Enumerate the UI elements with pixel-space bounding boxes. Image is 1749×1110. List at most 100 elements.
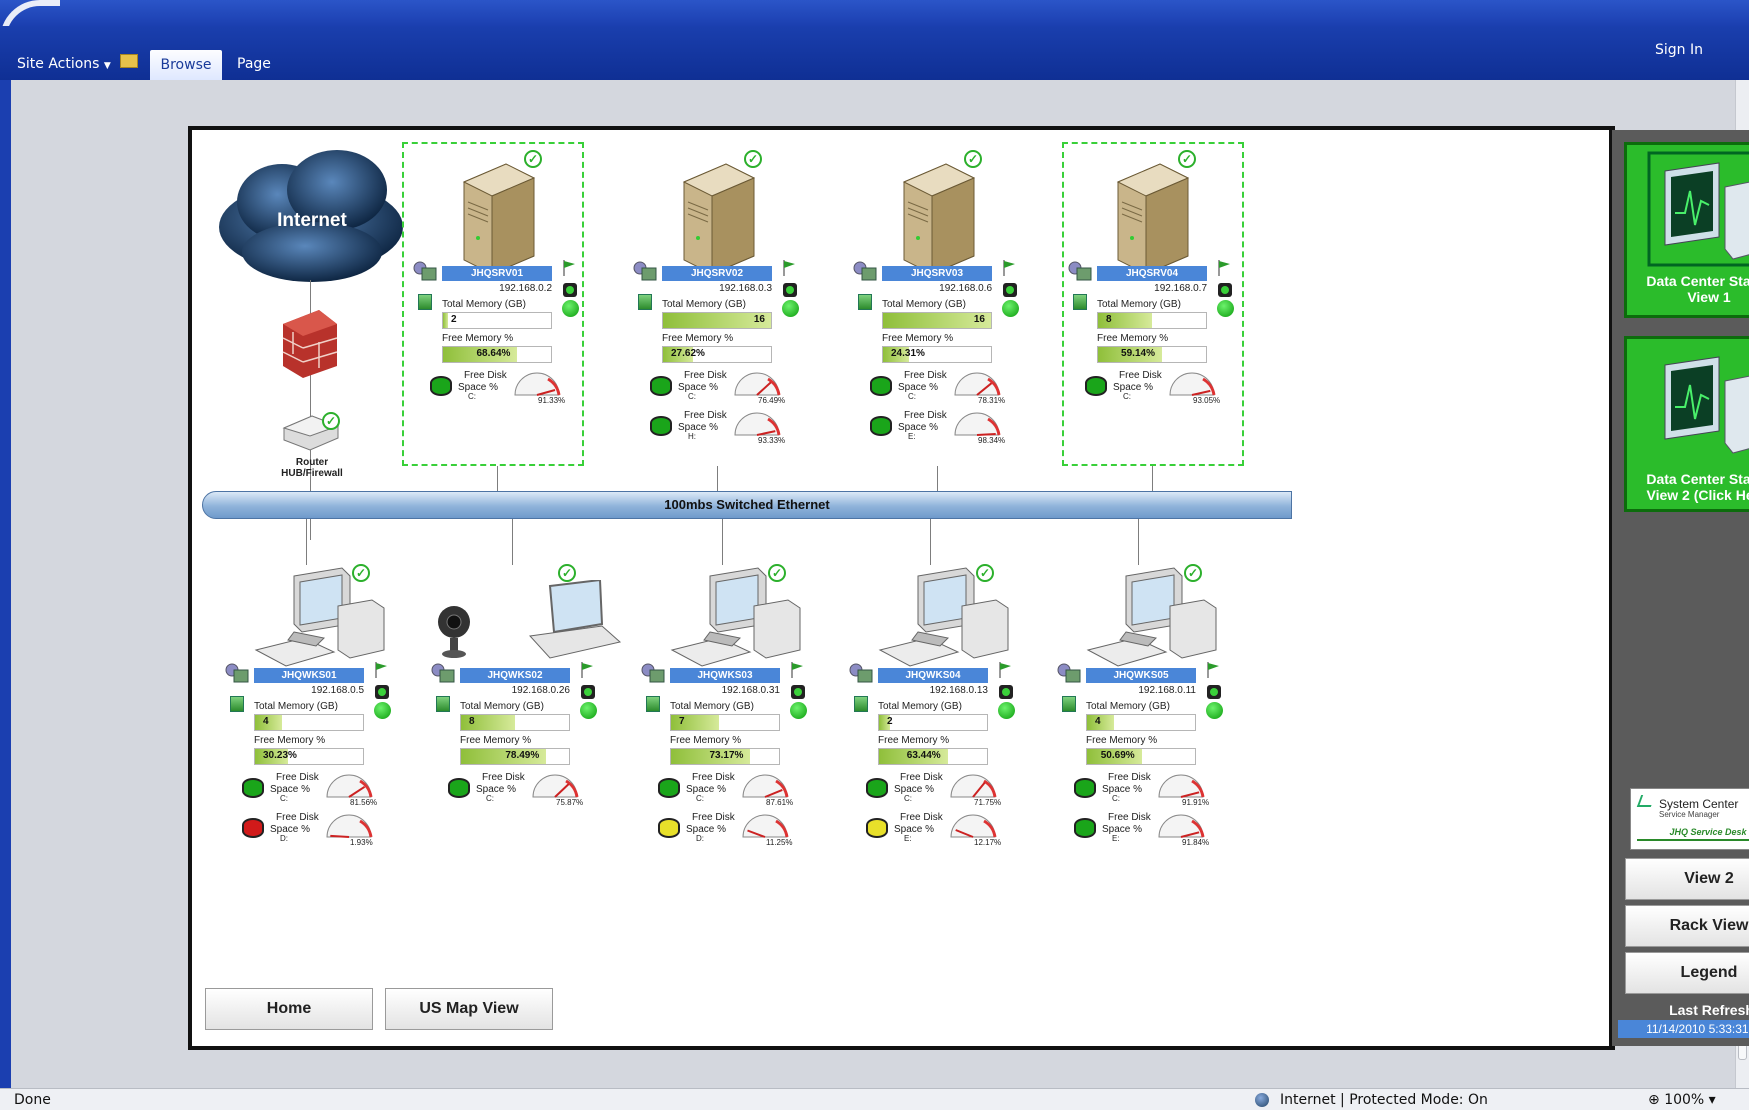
free-disk-label: Free Disk: [276, 812, 319, 823]
data-center-view1-tile[interactable]: Data Center Status View 1: [1624, 142, 1749, 318]
manage-gear-icon[interactable]: [430, 662, 456, 684]
disk-gauge-value: 12.17%: [974, 838, 1002, 847]
rack-view-button[interactable]: Rack View: [1625, 905, 1749, 947]
free-memory-label: Free Memory %: [460, 735, 532, 746]
node-name: JHQWKS03: [670, 668, 780, 683]
workstation-uplink: [306, 519, 307, 565]
free-memory-meter: 78.49%: [460, 748, 570, 765]
free-memory-value: 78.49%: [505, 750, 540, 761]
total-memory-meter: 4: [1086, 714, 1196, 731]
last-refresh-label: Last Refresh: [1669, 1002, 1749, 1018]
flag-icon[interactable]: [790, 662, 804, 678]
disk-icon: [870, 376, 892, 396]
total-memory-meter: 16: [882, 312, 992, 329]
disk-space-label: Space %: [1102, 784, 1143, 795]
disk-space-label: Space %: [270, 784, 311, 795]
status-bar: Done Internet | Protected Mode: On ⊕ 100…: [0, 1088, 1749, 1110]
status-ok-icon: [374, 702, 391, 719]
status-led-icon: [783, 283, 797, 297]
view2-button[interactable]: View 2: [1625, 858, 1749, 900]
workstation-ok-icon: ✓: [1184, 564, 1202, 582]
total-memory-label: Total Memory (GB): [460, 701, 544, 712]
free-memory-value: 24.31%: [891, 348, 925, 359]
server-highlight-frame: [402, 142, 584, 466]
free-disk-label: Free Disk: [692, 812, 735, 823]
manage-gear-icon[interactable]: [848, 662, 874, 684]
flag-icon[interactable]: [1002, 260, 1016, 276]
flag-icon[interactable]: [998, 662, 1012, 678]
view2-caption-line2: View 2 (Click Here): [1646, 487, 1749, 503]
legend-button[interactable]: Legend: [1625, 952, 1749, 994]
total-memory-label: Total Memory (GB): [1086, 701, 1170, 712]
disk-icon: [866, 778, 888, 798]
flag-icon[interactable]: [580, 662, 594, 678]
node-name: JHQSRV03: [882, 266, 992, 281]
disk-space-label: Space %: [678, 382, 719, 393]
server-uplink: [1152, 466, 1153, 491]
disk-gauge-value: 91.84%: [1182, 838, 1210, 847]
zoom-control[interactable]: ⊕ 100% ▾: [1648, 1092, 1716, 1108]
workstation-ok-icon: ✓: [352, 564, 370, 582]
manage-gear-icon[interactable]: [640, 662, 666, 684]
title-band: [0, 0, 1749, 26]
free-memory-value: 50.69%: [1100, 750, 1135, 761]
left-rail: [0, 80, 11, 1090]
disk-gauge-value: 11.25%: [766, 838, 793, 847]
disk-gauge-value: 93.33%: [758, 436, 786, 445]
disk-icon: [242, 818, 264, 838]
us-map-view-button[interactable]: US Map View: [385, 988, 553, 1030]
free-memory-meter: 30.23%: [254, 748, 364, 765]
manage-gear-icon[interactable]: [1056, 662, 1082, 684]
ip-address: 192.168.0.5: [311, 685, 364, 696]
workstation-uplink: [930, 519, 931, 565]
free-memory-label: Free Memory %: [662, 333, 734, 344]
workstation-ok-icon: ✓: [558, 564, 576, 582]
disk-icon: [1074, 778, 1096, 798]
last-refresh-value: 11/14/2010 5:33:31 PM: [1618, 1020, 1749, 1038]
total-memory-label: Total Memory (GB): [882, 299, 966, 310]
flag-icon[interactable]: [374, 662, 388, 678]
flag-icon[interactable]: [1206, 662, 1220, 678]
drive-letter: C:: [486, 794, 494, 803]
free-memory-label: Free Memory %: [882, 333, 954, 344]
home-button[interactable]: Home: [205, 988, 373, 1030]
laptop-icon: [490, 578, 624, 667]
status-led-icon: [581, 685, 595, 699]
folder-icon[interactable]: [120, 54, 138, 68]
site-actions-label: Site Actions: [17, 56, 100, 72]
status-led-icon: [791, 685, 805, 699]
workstation-uplink: [512, 519, 513, 565]
workstation-uplink: [722, 519, 723, 565]
security-zone-text[interactable]: Internet | Protected Mode: On: [1280, 1092, 1488, 1108]
sign-in-link[interactable]: Sign In: [1655, 42, 1703, 58]
manage-gear-icon[interactable]: [632, 260, 658, 282]
disk-space-label: Space %: [898, 382, 939, 393]
free-disk-label: Free Disk: [900, 812, 943, 823]
site-actions-menu[interactable]: Site Actions ▼: [17, 56, 111, 72]
webcam-icon: [436, 604, 472, 665]
service-manager-logo: System Center Service Manager JHQ Servic…: [1630, 788, 1749, 850]
node-name: JHQWKS05: [1086, 668, 1196, 683]
ip-address: 192.168.0.26: [511, 685, 570, 696]
backbone-label: 100mbs Switched Ethernet: [664, 497, 830, 512]
free-memory-value: 73.17%: [709, 750, 744, 761]
data-center-view2-tile[interactable]: Data Center Status View 2 (Click Here): [1624, 336, 1749, 512]
server-uplink: [717, 466, 718, 491]
status-led-icon: [1207, 685, 1221, 699]
view1-caption: Data Center Status View 1: [1627, 273, 1749, 305]
manage-gear-icon[interactable]: [224, 662, 250, 684]
monitor-status-icon: [1647, 151, 1749, 267]
tab-page[interactable]: Page: [237, 56, 271, 72]
flag-icon[interactable]: [782, 260, 796, 276]
disk-icon: [658, 778, 680, 798]
logo-text-2: Service Manager: [1659, 810, 1720, 819]
tab-browse[interactable]: Browse: [150, 50, 222, 80]
total-memory-value: 7: [679, 716, 685, 727]
desktop-pc-icon: [254, 566, 388, 675]
manage-gear-icon[interactable]: [852, 260, 878, 282]
monitor-status-icon: [1664, 356, 1749, 454]
status-led-icon: [1003, 283, 1017, 297]
free-disk-label: Free Disk: [276, 772, 319, 783]
globe-icon: [1255, 1093, 1269, 1107]
firewall-icon: [282, 310, 338, 378]
